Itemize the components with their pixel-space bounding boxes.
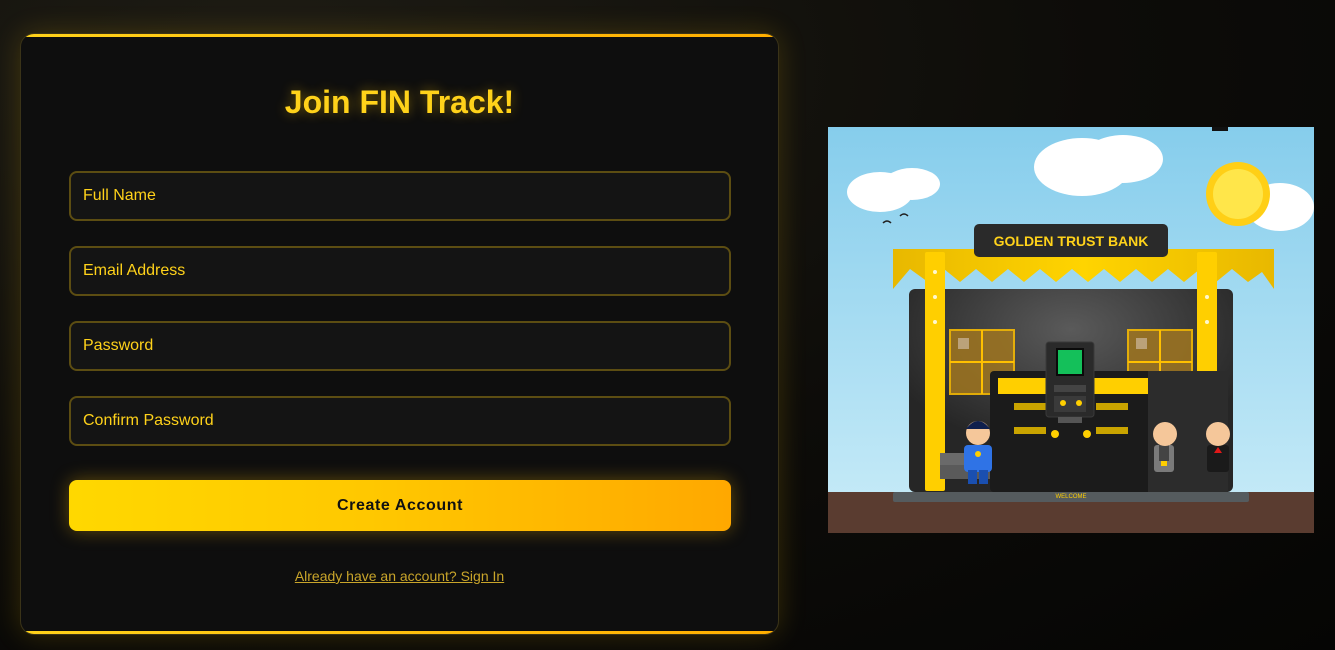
email-input[interactable] [69,246,731,296]
signup-card: Join FIN Track! Create Account Already h… [20,33,779,635]
atm-icon [1045,341,1095,423]
person-grey [1153,422,1177,472]
sun-icon [1206,162,1270,226]
bank-sign-text: GOLDEN TRUST BANK [994,233,1149,249]
confirm-password-input[interactable] [69,396,731,446]
full-name-input[interactable] [69,171,731,221]
create-account-button[interactable]: Create Account [69,480,731,531]
password-input[interactable] [69,321,731,371]
sign-in-link[interactable]: Already have an account? Sign In [21,568,778,584]
welcome-mat-text: WELCOME [1055,494,1086,500]
person-red-tie [1206,422,1230,472]
page-title: Join FIN Track! [284,84,515,120]
bank-illustration: GOLDEN TRUST BANK WELCOME [828,127,1314,533]
top-marker [1212,127,1228,131]
